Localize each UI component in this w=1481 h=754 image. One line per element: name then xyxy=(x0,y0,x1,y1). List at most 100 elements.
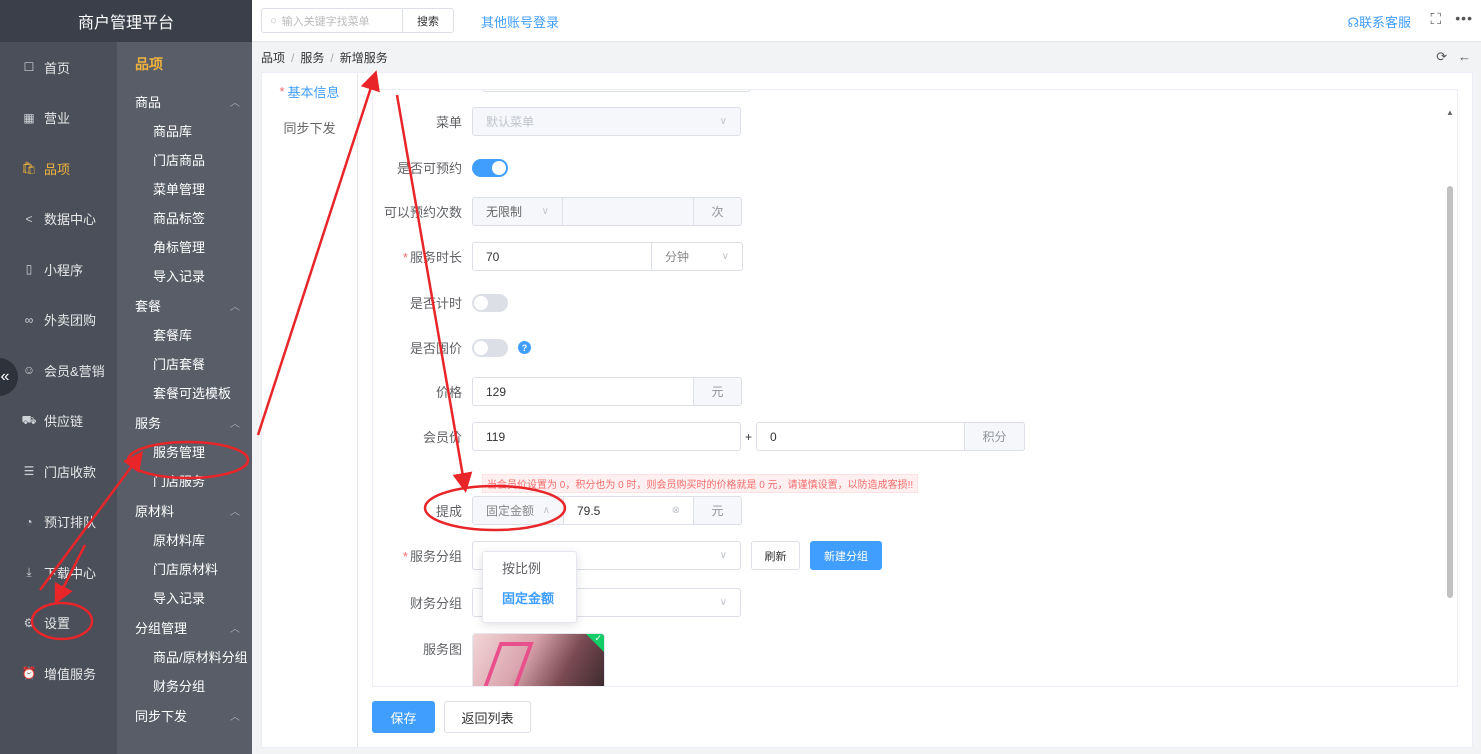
sidebar-item-label: 设置 xyxy=(44,616,71,632)
member-price-row: 会员价 119 + 0 积分 xyxy=(373,422,1025,451)
subnav-item[interactable]: 财务分组 xyxy=(117,671,252,700)
other-account-login-link[interactable]: 其他账号登录 xyxy=(481,12,559,31)
content-panel: * 基本信息 同步下发 菜单 默认菜单 ∨ 是否可预约 可以预约次数 无限制 ∨ 次 xyxy=(261,72,1473,748)
book-times-input[interactable] xyxy=(563,197,694,226)
duration-unit-select[interactable]: 分钟 ∨ xyxy=(652,242,743,271)
commission-input[interactable]: 79.5 ⊗ xyxy=(564,496,694,525)
commission-label: 提成 xyxy=(435,504,462,519)
search-button[interactable]: 搜索 xyxy=(402,8,454,33)
commission-mode-select[interactable]: 固定金额 ∧ xyxy=(472,496,564,525)
fixed-price-switch[interactable] xyxy=(472,338,508,357)
sidebar-item[interactable]: ☐ 首页 xyxy=(0,42,117,93)
sidebar-item[interactable]: 🛍 品项 xyxy=(0,143,117,194)
scroll-up-icon[interactable]: ▲ xyxy=(1446,108,1454,117)
sidebar-item-label: 营业 xyxy=(44,111,71,127)
subnav-group[interactable]: 商品 ︿ xyxy=(117,86,252,116)
menu-select[interactable]: 默认菜单 ∨ xyxy=(472,107,741,136)
app-root: 商户管理平台 ☐ 首页 ▦ 营业 🛍 品项 < 数据中心 ▯ 小程序 ∞ 外卖团购 ☺ 会员&营销 ⛟ 供应链… xyxy=(0,0,1481,754)
option-fixed-amount[interactable]: 固定金额 xyxy=(483,582,576,612)
subnav-item[interactable]: 套餐库 xyxy=(117,320,252,349)
price-label: 价格 xyxy=(435,385,462,400)
back-arrow-icon[interactable]: ← xyxy=(1458,49,1471,64)
price-input[interactable]: 129 xyxy=(472,377,694,406)
member-price-warning: 当会员价设置为 0，积分也为 0 时，则会员购买时的价格就是 0 元，请谨慎设置… xyxy=(482,474,919,493)
subnav-item[interactable]: 菜单管理 xyxy=(117,174,252,203)
subnav-group[interactable]: 套餐 ︿ xyxy=(117,290,252,320)
subnav-group-label: 商品 xyxy=(135,94,162,110)
book-times-unit: 次 xyxy=(694,197,742,226)
subnav-item[interactable]: 角标管理 xyxy=(117,232,252,261)
sidebar-item[interactable]: ⛟ 供应链 xyxy=(0,396,117,447)
sidebar-item[interactable]: ☺ 会员&营销 xyxy=(0,345,117,396)
fullscreen-icon[interactable]: ⛶ xyxy=(1430,11,1441,28)
breadcrumb-current: 新增服务 xyxy=(339,51,388,65)
subnav-group[interactable]: 同步下发 ︿ xyxy=(117,700,252,730)
refresh-icon[interactable]: ⟳ xyxy=(1436,49,1447,64)
nav-icon: ☺ xyxy=(22,363,36,378)
breadcrumb-item[interactable]: 品项 xyxy=(261,51,285,65)
sidebar-item[interactable]: ▯ 小程序 xyxy=(0,244,117,295)
contact-service-link[interactable]: ☊联系客服 xyxy=(1347,12,1411,31)
subnav-group-label: 同步下发 xyxy=(135,708,188,724)
sidebar-item[interactable]: ☰ 门店收款 xyxy=(0,446,117,497)
sidebar-item[interactable]: ⚙ 设置 xyxy=(0,598,117,649)
menu-search-input[interactable]: ○ 输入关键字找菜单 xyxy=(261,8,403,33)
price-unit: 元 xyxy=(694,377,742,406)
subnav-group-label: 服务 xyxy=(135,415,162,431)
timed-switch[interactable] xyxy=(472,293,508,312)
subnav-group[interactable]: 原材料 ︿ xyxy=(117,495,252,525)
sidebar-item-label: 会员&营销 xyxy=(44,363,105,379)
form-scrollbar[interactable]: ▲ ▼ xyxy=(1446,108,1454,686)
subnav-group[interactable]: 服务 ︿ xyxy=(117,407,252,437)
nav-icon: ⏰ xyxy=(21,666,37,681)
help-icon[interactable]: ? xyxy=(518,341,531,354)
subnav-item[interactable]: 原材料库 xyxy=(117,525,252,554)
member-price-input[interactable]: 119 xyxy=(472,422,741,451)
sidebar-item-label: 外卖团购 xyxy=(44,313,97,329)
clear-icon[interactable]: ⊗ xyxy=(672,505,680,516)
service-group-row: * 服务分组 ∨ 刷新 新建分组 xyxy=(373,541,882,570)
sidebar-item[interactable]: < 数据中心 xyxy=(0,194,117,245)
service-image-thumbnail[interactable]: ✓ xyxy=(472,633,605,686)
breadcrumb-item[interactable]: 服务 xyxy=(300,51,324,65)
subnav-item[interactable]: 导入记录 xyxy=(117,583,252,612)
subnav-item[interactable]: 门店商品 xyxy=(117,145,252,174)
subnav-item[interactable]: 商品/原材料分组 xyxy=(117,642,252,671)
chevron-down-icon: ∨ xyxy=(719,550,727,561)
more-icon[interactable]: ••• xyxy=(1455,10,1473,26)
sidebar-item[interactable]: ⏰ 增值服务 xyxy=(0,648,117,699)
form-tabs: * 基本信息 同步下发 xyxy=(262,73,358,747)
sidebar-item[interactable]: ▦ 营业 xyxy=(0,93,117,144)
fixed-price-label: 是否固价 xyxy=(409,341,462,356)
top-bar: ○ 输入关键字找菜单 搜索 其他账号登录 ☊联系客服 ⛶ ••• xyxy=(252,0,1481,42)
back-to-list-button[interactable]: 返回列表 xyxy=(444,701,531,733)
chevron-down-icon: ∨ xyxy=(541,206,549,217)
option-by-ratio[interactable]: 按比例 xyxy=(483,552,576,582)
subnav-item[interactable]: 门店服务 xyxy=(117,466,252,495)
subnav-item[interactable]: 门店套餐 xyxy=(117,349,252,378)
fixed-price-row: 是否固价 ? xyxy=(373,338,531,357)
sidebar-item[interactable]: ⤓ 下载中心 xyxy=(0,547,117,598)
sidebar-item[interactable]: ◔ 预订排队 xyxy=(0,497,117,548)
sidebar-item-label: 下载中心 xyxy=(44,565,97,581)
sidebar-item-label: 预订排队 xyxy=(44,515,97,531)
tab-basic-info[interactable]: * 基本信息 xyxy=(262,73,357,109)
subnav-item[interactable]: 套餐可选模板 xyxy=(117,378,252,407)
sidebar-item[interactable]: ∞ 外卖团购 xyxy=(0,295,117,346)
bookable-switch[interactable] xyxy=(472,158,508,177)
member-points-input[interactable]: 0 xyxy=(756,422,965,451)
subnav-group[interactable]: 分组管理 ︿ xyxy=(117,612,252,642)
subnav-item[interactable]: 商品库 xyxy=(117,116,252,145)
save-button[interactable]: 保存 xyxy=(372,701,435,733)
subnav-item[interactable]: 导入记录 xyxy=(117,261,252,290)
new-group-button[interactable]: 新建分组 xyxy=(810,541,882,570)
headset-icon: ☊ xyxy=(1347,15,1359,30)
tab-sync[interactable]: 同步下发 xyxy=(262,109,357,145)
subnav-item[interactable]: 商品标签 xyxy=(117,203,252,232)
subnav-item[interactable]: 门店原材料 xyxy=(117,554,252,583)
breadcrumb: 品项 / 服务 / 新增服务 xyxy=(261,51,388,65)
duration-input[interactable]: 70 xyxy=(472,242,652,271)
book-times-select[interactable]: 无限制 ∨ xyxy=(472,197,563,226)
subnav-item[interactable]: 服务管理 xyxy=(117,437,252,466)
refresh-button[interactable]: 刷新 xyxy=(751,541,800,570)
